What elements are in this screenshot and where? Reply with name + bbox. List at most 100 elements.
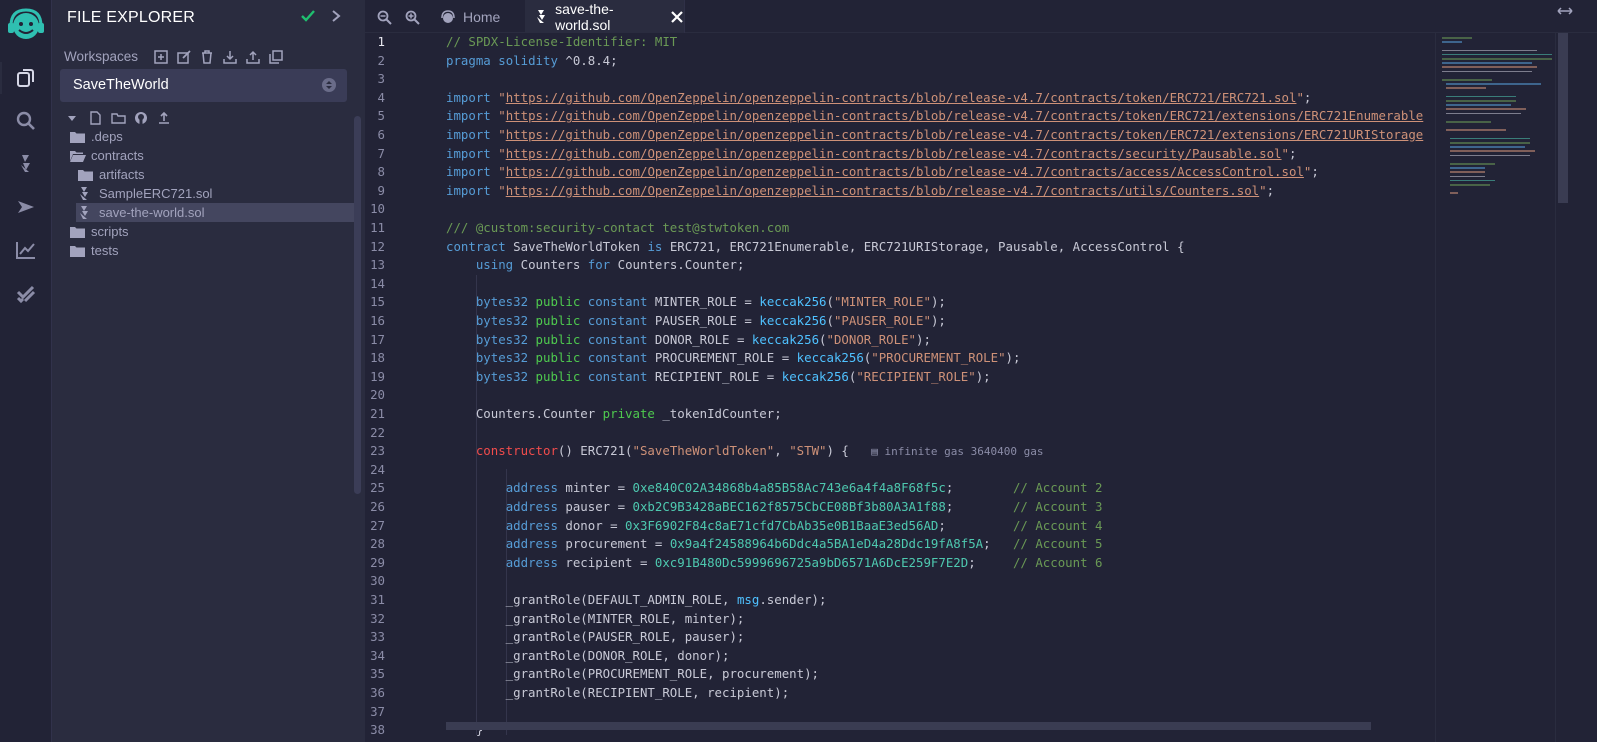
code-line: pragma solidity ^0.8.4; (446, 52, 618, 68)
new-folder-icon[interactable] (110, 110, 126, 126)
tab-save-the-world[interactable]: save-the-world.sol (525, 0, 685, 33)
download-workspace-icon[interactable] (221, 48, 238, 65)
zoom-out-icon[interactable] (375, 8, 393, 26)
minimap-line (1442, 70, 1532, 73)
scrollbar-thumb[interactable] (1558, 33, 1568, 203)
line-number: 8 (377, 164, 385, 180)
workspace-select-value: SaveTheWorld (73, 77, 169, 93)
line-number: 22 (370, 424, 385, 440)
code-line: contract SaveTheWorldToken is ERC721, ER… (446, 238, 1185, 254)
tab-home[interactable]: Home (440, 0, 535, 33)
code-line: _grantRole(DEFAULT_ADMIN_ROLE, msg.sende… (446, 592, 827, 607)
vertical-scrollbar[interactable] (1555, 33, 1569, 742)
minimap-line (1446, 104, 1511, 106)
code-line: bytes32 public constant RECIPIENT_ROLE =… (475, 368, 991, 384)
code-line: address pauser = 0xb2C9B3428aBEC162f8575… (505, 499, 1103, 514)
line-number: 10 (370, 201, 385, 217)
code-minimap[interactable] (1435, 33, 1555, 742)
line-number: 21 (370, 406, 385, 421)
line-number: 14 (370, 275, 385, 291)
workspaces-label: Workspaces (64, 49, 139, 64)
line-number: 18 (370, 350, 385, 366)
file-explorer-panel: FILE EXPLORER Workspaces SaveTheWorld .d… (52, 0, 365, 742)
zoom-in-icon[interactable] (403, 8, 421, 26)
editor-tabs-bar: Home save-the-world.sol (365, 0, 1597, 33)
solidity-compiler-icon[interactable] (14, 152, 38, 176)
line-number: 13 (370, 257, 385, 273)
right-edge (1569, 33, 1597, 742)
tree-item-label: artifacts (99, 167, 145, 182)
rename-workspace-icon[interactable] (175, 48, 192, 65)
line-number: 30 (370, 573, 385, 589)
minimap-line (1446, 87, 1486, 89)
line-number: 34 (370, 647, 385, 663)
code-editor[interactable]: 1 2 3 4 5 6 7 8 9 10 11 12 13 14 15 16 17 18 19 20 21 22 23 24 2… (365, 33, 1435, 742)
collapse-caret-icon[interactable] (64, 110, 80, 126)
delete-workspace-icon[interactable] (198, 48, 215, 65)
line-number: 11 (370, 220, 385, 235)
select-arrows-icon (322, 78, 336, 92)
tree-item-save-the-world[interactable]: save-the-world.sol (76, 203, 354, 222)
minimap-line (1446, 83, 1541, 85)
tree-item-sample-erc721[interactable]: SampleERC721.sol (78, 184, 350, 203)
solidity-file-icon (78, 186, 94, 201)
tree-item-contracts[interactable]: contracts (70, 146, 350, 165)
minimap-line (1450, 192, 1458, 194)
chevron-right-icon[interactable] (328, 8, 344, 29)
github-icon[interactable] (133, 110, 149, 126)
restore-workspace-icon[interactable] (244, 48, 261, 65)
tree-item-tests[interactable]: tests (70, 241, 350, 260)
file-explorer-icon[interactable] (0, 62, 38, 94)
line-number: 37 (370, 703, 385, 719)
line-number: 6 (377, 127, 385, 142)
minimap-line (1446, 112, 1521, 115)
analysis-icon[interactable] (14, 238, 38, 262)
create-workspace-icon[interactable] (152, 48, 169, 65)
code-line: address recipient = 0xc91B480Dc599969672… (505, 554, 1103, 570)
minimap-line (1450, 171, 1485, 173)
code-line: import "https://github.com/OpenZeppelin/… (446, 164, 1319, 180)
line-number: 4 (377, 89, 385, 105)
tree-toolbar (64, 110, 172, 126)
deploy-run-icon[interactable] (14, 195, 38, 219)
close-icon[interactable] (671, 10, 684, 24)
explorer-scrollbar[interactable] (354, 116, 361, 494)
code-line: import "https://github.com/OpenZeppelin/… (446, 127, 1424, 142)
tree-item-label: save-the-world.sol (99, 205, 205, 220)
remix-logo-icon[interactable] (5, 6, 47, 44)
folder-open-icon (70, 149, 86, 163)
line-number: 32 (370, 610, 385, 626)
tree-item-label: .deps (91, 129, 123, 144)
minimap-line (1450, 163, 1495, 165)
expand-horizontal-icon[interactable] (1557, 4, 1573, 22)
code-line: /// @custom:security-contact test@stwtok… (446, 220, 790, 235)
folder-icon (78, 168, 94, 182)
minimap-line (1442, 41, 1462, 43)
workspace-select[interactable]: SaveTheWorld (60, 69, 347, 102)
line-number-gutter: 1 2 3 4 5 6 7 8 9 10 11 12 13 14 15 16 17 18 19 20 21 22 23 24 2… (365, 33, 445, 742)
line-number: 36 (370, 685, 385, 700)
minimap-line (1446, 121, 1491, 123)
tree-item-scripts[interactable]: scripts (70, 222, 350, 241)
new-file-icon[interactable] (87, 110, 103, 126)
code-line: address donor = 0x3F6902F84c8aE71cfd7CbA… (505, 517, 1103, 533)
code-line: Counters.Counter private _tokenIdCounter… (446, 406, 782, 421)
clone-workspace-icon[interactable] (267, 48, 284, 65)
code-line: address procurement = 0x9a4f24588964b6Dd… (505, 536, 1103, 552)
verify-check-icon[interactable] (14, 281, 38, 305)
tree-item-deps[interactable]: .deps (70, 127, 350, 146)
upload-file-icon[interactable] (156, 110, 172, 126)
minimap-line (1446, 95, 1516, 98)
search-icon[interactable] (14, 109, 38, 133)
line-number: 19 (370, 368, 385, 384)
minimap-line (1446, 108, 1526, 110)
minimap-line (1442, 79, 1492, 81)
line-number: 1 (377, 34, 385, 49)
tree-item-artifacts[interactable]: artifacts (78, 165, 350, 184)
horizontal-scrollbar[interactable] (446, 722, 1371, 730)
icon-rail (0, 0, 52, 742)
minimap-line (1450, 167, 1485, 169)
code-line: import "https://github.com/OpenZeppelin/… (446, 182, 1275, 198)
code-content[interactable]: // SPDX-License-Identifier: MIT pragma s… (446, 33, 1423, 737)
gas-estimate: ▤ infinite gas 3640400 gas (871, 445, 1044, 459)
